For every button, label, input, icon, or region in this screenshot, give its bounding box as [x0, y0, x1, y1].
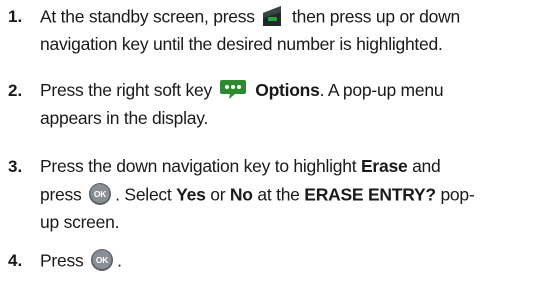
step-3-line-2: press OK . Select Yes or No at the ERASE… [40, 183, 475, 208]
step-text: . [117, 250, 122, 271]
step-text: and [412, 156, 441, 176]
send-key-icon [263, 6, 282, 26]
step-text: Press [40, 250, 84, 271]
step-text: . Select [115, 184, 172, 205]
step-text: . A pop-up menu [319, 80, 444, 100]
step-text: navigation key until the desired number … [40, 34, 443, 54]
step-number: 4. [8, 251, 23, 270]
ok-button-icon: OK [89, 183, 112, 205]
step-3-line-3: up screen. [40, 212, 119, 233]
step-2-line-2: appears in the display. [40, 108, 208, 129]
no-label: No [229, 184, 253, 205]
step-text: appears in the display. [40, 108, 209, 128]
step-text: press [40, 184, 82, 205]
erase-entry-label: ERASE ENTRY? [304, 184, 436, 205]
options-soft-key-icon [219, 80, 246, 100]
step-number: 1. [8, 7, 23, 26]
step-number: 3. [8, 157, 23, 176]
step-3-line-1: Press the down navigation key to highlig… [40, 156, 441, 177]
step-text: up screen. [40, 212, 120, 232]
ok-button-icon: OK [91, 249, 114, 271]
erase-label: Erase [361, 156, 408, 176]
step-number: 2. [8, 81, 23, 100]
step-2-line-1: Press the right soft key Options. A pop-… [40, 80, 444, 102]
yes-label: Yes [176, 184, 206, 205]
step-1-line-2: navigation key until the desired number … [40, 34, 443, 55]
step-text: or [210, 184, 226, 205]
svg-text:OK: OK [96, 255, 109, 265]
svg-text:OK: OK [94, 189, 107, 199]
step-text: Press the right soft key [40, 80, 212, 100]
step-1-line-1: At the standby screen, press then press … [40, 6, 460, 30]
step-text: then press up or down [292, 6, 460, 27]
step-text: Press the down navigation key to highlig… [40, 156, 357, 176]
step-4-line-1: Press OK . [40, 249, 122, 274]
step-text: at the [257, 184, 300, 205]
step-text: At the standby screen, press [40, 6, 255, 27]
options-label: Options [255, 80, 320, 100]
step-text: pop- [440, 184, 475, 205]
